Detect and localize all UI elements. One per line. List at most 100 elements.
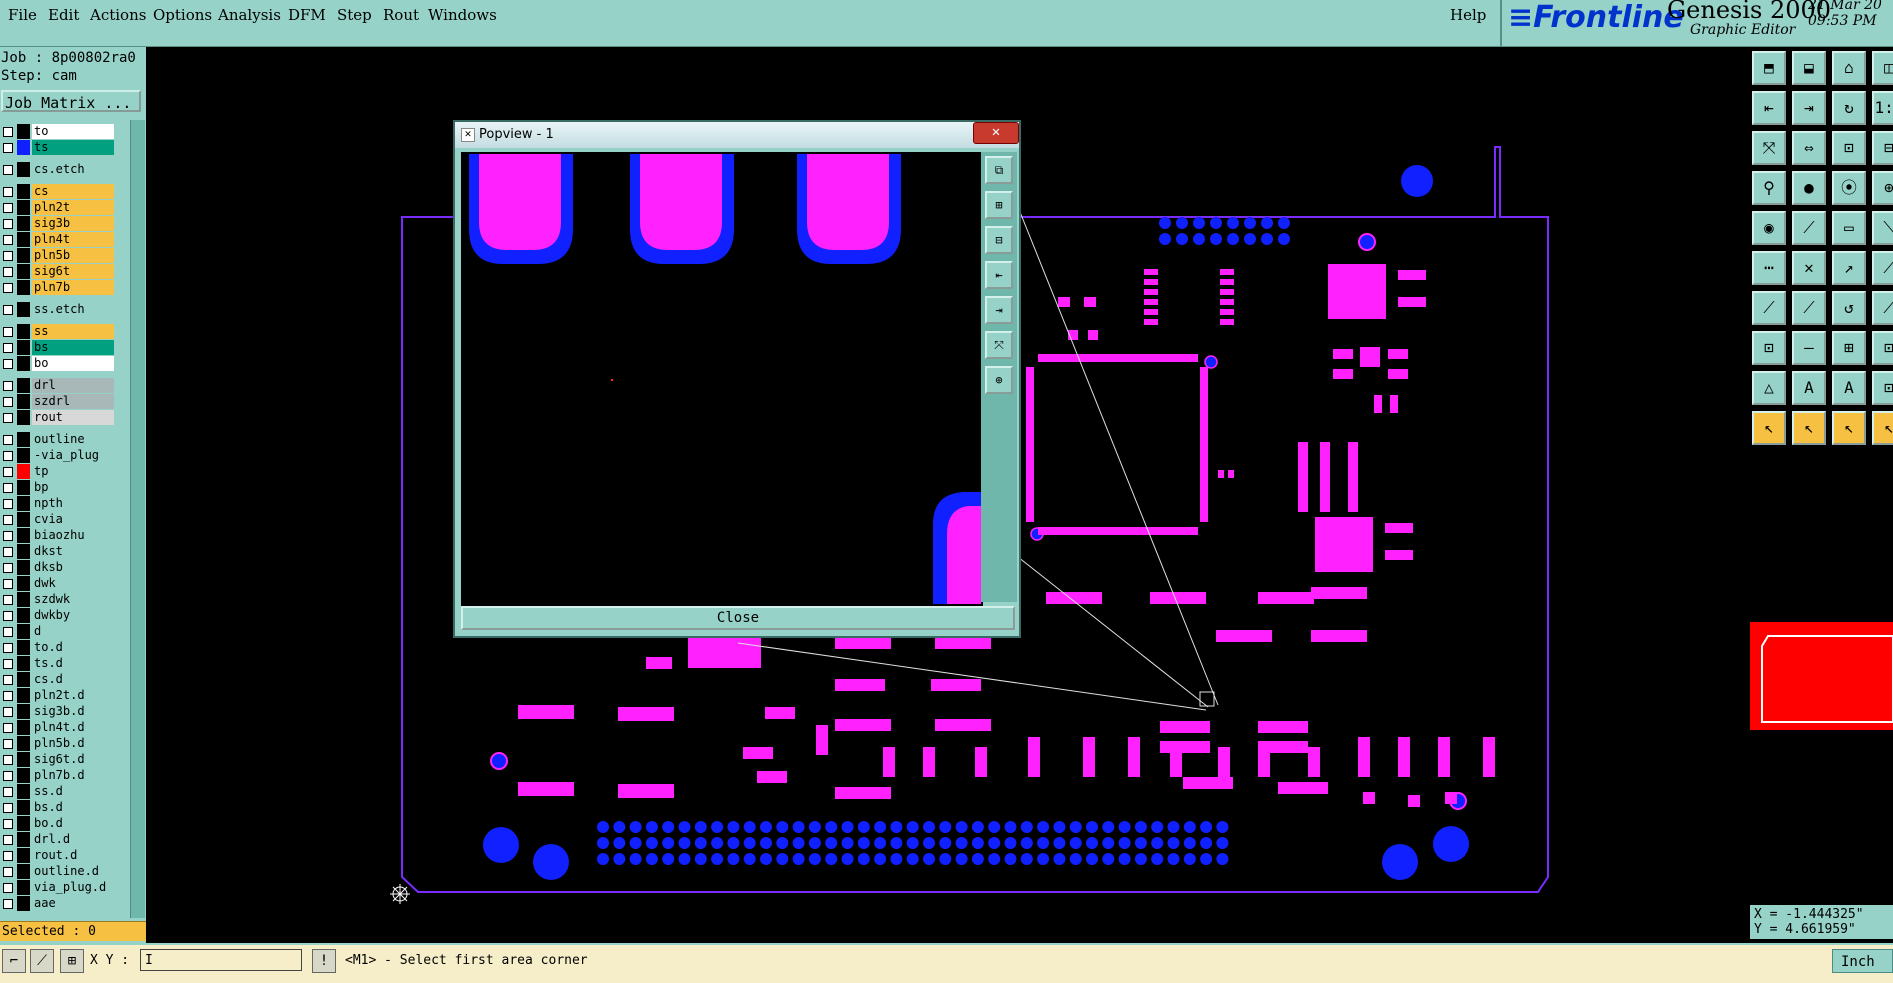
tool-button-4-1-icon[interactable]: ⟋ [1792, 211, 1826, 245]
layer-checkbox[interactable] [3, 547, 13, 557]
layer-name[interactable]: npth [32, 496, 114, 511]
tool-button-4-3-icon[interactable]: ⟍ [1872, 211, 1893, 245]
layer-row[interactable]: dksb [0, 560, 118, 576]
pop-zoom-fit-icon[interactable]: ⧉ [985, 156, 1013, 184]
layer-checkbox[interactable] [3, 143, 13, 153]
tool-button-2-3-icon[interactable]: ⊟ [1872, 131, 1893, 165]
tool-button-6-1-icon[interactable]: ⟋ [1792, 291, 1826, 325]
tool-button-3-0-icon[interactable]: ⚲ [1752, 171, 1786, 205]
info-icon[interactable]: ! [312, 949, 336, 973]
layer-row[interactable]: sig6t [0, 264, 118, 280]
layer-checkbox[interactable] [3, 563, 13, 573]
layer-color-swatch[interactable] [17, 736, 30, 751]
tool-button-2-0-icon[interactable]: ⤧ [1752, 131, 1786, 165]
tool-button-0-2-icon[interactable]: ⌂ [1832, 51, 1866, 85]
layer-checkbox[interactable] [3, 723, 13, 733]
layer-color-swatch[interactable] [17, 832, 30, 847]
layer-row[interactable]: sig3b [0, 216, 118, 232]
layer-row[interactable]: ss [0, 324, 118, 340]
layer-row[interactable]: tp [0, 464, 118, 480]
layer-name[interactable]: rout [32, 410, 114, 425]
layer-row[interactable]: rout.d [0, 848, 118, 864]
layer-color-swatch[interactable] [17, 704, 30, 719]
layer-name[interactable]: ts [32, 140, 114, 155]
layer-checkbox[interactable] [3, 251, 13, 261]
layer-row[interactable]: bo.d [0, 816, 118, 832]
menu-edit[interactable]: Edit [48, 6, 79, 24]
layer-name[interactable]: sig3b [32, 216, 114, 231]
layer-row[interactable]: bo [0, 356, 118, 372]
layer-checkbox[interactable] [3, 595, 13, 605]
layer-name[interactable]: pln7b.d [32, 768, 114, 783]
layer-name[interactable]: pln2t.d [32, 688, 114, 703]
layer-checkbox[interactable] [3, 305, 13, 315]
layer-color-swatch[interactable] [17, 528, 30, 543]
layer-name[interactable]: pln2t [32, 200, 114, 215]
layer-row[interactable]: pln7b.d [0, 768, 118, 784]
layer-row[interactable]: ts [0, 140, 118, 156]
layer-row[interactable]: rout [0, 410, 118, 426]
layer-checkbox[interactable] [3, 867, 13, 877]
layer-color-swatch[interactable] [17, 896, 30, 911]
layer-row[interactable]: cvia [0, 512, 118, 528]
layer-color-swatch[interactable] [17, 340, 30, 355]
tool-button-1-3-icon[interactable]: 1:2 [1872, 91, 1893, 125]
layer-checkbox[interactable] [3, 165, 13, 175]
tool-button-0-3-icon[interactable]: ◫ [1872, 51, 1893, 85]
tool-button-2-1-icon[interactable]: ⇔ [1792, 131, 1826, 165]
layer-row[interactable]: szdrl [0, 394, 118, 410]
layer-row[interactable]: pln7b [0, 280, 118, 296]
layer-name[interactable]: bs.d [32, 800, 114, 815]
layer-checkbox[interactable] [3, 127, 13, 137]
layer-name[interactable]: pln4t [32, 232, 114, 247]
layer-name[interactable]: bo [32, 356, 114, 371]
menu-step[interactable]: Step [337, 6, 372, 24]
tool-button-9-3-icon[interactable]: ↖ [1872, 411, 1893, 445]
layer-color-swatch[interactable] [17, 280, 30, 295]
layer-checkbox[interactable] [3, 611, 13, 621]
pop-expand-icon[interactable]: ⤧ [985, 331, 1013, 359]
tool-button-6-0-icon[interactable]: ⟋ [1752, 291, 1786, 325]
layer-checkbox[interactable] [3, 187, 13, 197]
layer-row[interactable]: outline [0, 432, 118, 448]
layer-row[interactable]: pln4t [0, 232, 118, 248]
layer-checkbox[interactable] [3, 835, 13, 845]
tool-button-4-2-icon[interactable]: ▭ [1832, 211, 1866, 245]
layer-checkbox[interactable] [3, 235, 13, 245]
tool-button-1-0-icon[interactable]: ⇤ [1752, 91, 1786, 125]
job-matrix-button[interactable]: Job Matrix ... [1, 90, 141, 112]
layer-checkbox[interactable] [3, 627, 13, 637]
layer-row[interactable]: ts.d [0, 656, 118, 672]
layer-row[interactable]: bs [0, 340, 118, 356]
layer-color-swatch[interactable] [17, 560, 30, 575]
menu-actions[interactable]: Actions [90, 6, 146, 24]
layer-color-swatch[interactable] [17, 880, 30, 895]
tool-button-9-2-icon[interactable]: ↖ [1832, 411, 1866, 445]
layer-row[interactable]: biaozhu [0, 528, 118, 544]
menu-file[interactable]: File [8, 6, 37, 24]
layer-name[interactable]: drl [32, 378, 114, 393]
tool-button-7-1-icon[interactable]: — [1792, 331, 1826, 365]
tool-button-8-0-icon[interactable]: △ [1752, 371, 1786, 405]
layer-row[interactable]: pln5b [0, 248, 118, 264]
layer-checkbox[interactable] [3, 851, 13, 861]
xy-input[interactable]: I [140, 949, 302, 971]
layer-checkbox[interactable] [3, 659, 13, 669]
pop-zoom-in-icon[interactable]: ⊞ [985, 191, 1013, 219]
tool-button-8-2-icon[interactable]: A [1832, 371, 1866, 405]
layer-checkbox[interactable] [3, 771, 13, 781]
layer-color-swatch[interactable] [17, 672, 30, 687]
tool-button-9-1-icon[interactable]: ↖ [1792, 411, 1826, 445]
layer-color-swatch[interactable] [17, 720, 30, 735]
tool-button-7-0-icon[interactable]: ⊡ [1752, 331, 1786, 365]
layer-color-swatch[interactable] [17, 248, 30, 263]
tool-button-3-2-icon[interactable]: ⦿ [1832, 171, 1866, 205]
layer-checkbox[interactable] [3, 899, 13, 909]
layer-checkbox[interactable] [3, 451, 13, 461]
layer-checkbox[interactable] [3, 283, 13, 293]
layer-row[interactable]: drl [0, 378, 118, 394]
layer-name[interactable]: cs.etch [32, 162, 114, 177]
tool-button-6-3-icon[interactable]: ⟋ [1872, 291, 1893, 325]
layer-checkbox[interactable] [3, 579, 13, 589]
layer-name[interactable]: biaozhu [32, 528, 114, 543]
